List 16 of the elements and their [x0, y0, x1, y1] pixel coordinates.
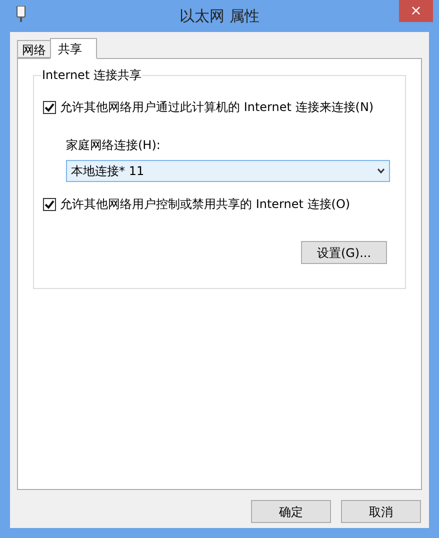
dialog-button[interactable]: 确定 [251, 500, 331, 523]
checkbox-label: 允许其他网络用户控制或禁用共享的 Internet 连接(O) [60, 196, 350, 213]
chevron-down-icon [377, 168, 385, 174]
close-button[interactable]: × [399, 0, 433, 22]
checkbox[interactable] [43, 198, 56, 210]
tab[interactable]: 共享 [50, 38, 97, 59]
settings-button[interactable]: 设置(G)... [301, 241, 387, 264]
dropdown[interactable]: 本地连接* 11 [66, 160, 390, 182]
field-label: 家庭网络连接(H): [66, 137, 162, 154]
checkbox[interactable] [43, 100, 56, 114]
network-plug-icon [16, 6, 26, 22]
tab[interactable]: 网络 [17, 40, 51, 58]
dialog-button[interactable]: 取消 [341, 500, 421, 523]
group-title: Internet 连接共享 [41, 67, 142, 83]
checkbox-label: 允许其他网络用户通过此计算机的 Internet 连接来连接(N) [60, 99, 374, 116]
window-title: 以太网 属性 [180, 6, 260, 27]
